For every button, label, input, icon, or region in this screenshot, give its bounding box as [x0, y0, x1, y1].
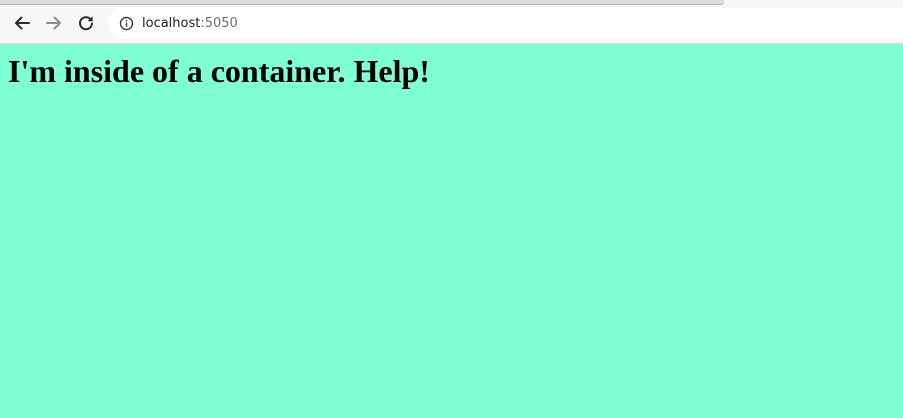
reload-icon: [79, 16, 93, 31]
forward-button[interactable]: [41, 10, 67, 36]
page-heading: I'm inside of a container. Help!: [8, 53, 430, 89]
url-port: :5050: [200, 16, 238, 31]
arrow-right-icon: [46, 16, 61, 30]
page-content: I'm inside of a container. Help!: [0, 45, 903, 418]
arrow-left-icon: [15, 16, 30, 30]
back-button[interactable]: [9, 10, 35, 36]
tab-strip-edge: [0, 0, 724, 4]
reload-button[interactable]: [73, 10, 99, 36]
address-bar[interactable]: localhost:5050: [108, 8, 903, 39]
info-circle-icon[interactable]: [119, 16, 134, 31]
url-host: localhost: [142, 16, 201, 31]
browser-toolbar: localhost:5050: [0, 0, 903, 44]
url-text[interactable]: localhost:5050: [142, 15, 238, 32]
